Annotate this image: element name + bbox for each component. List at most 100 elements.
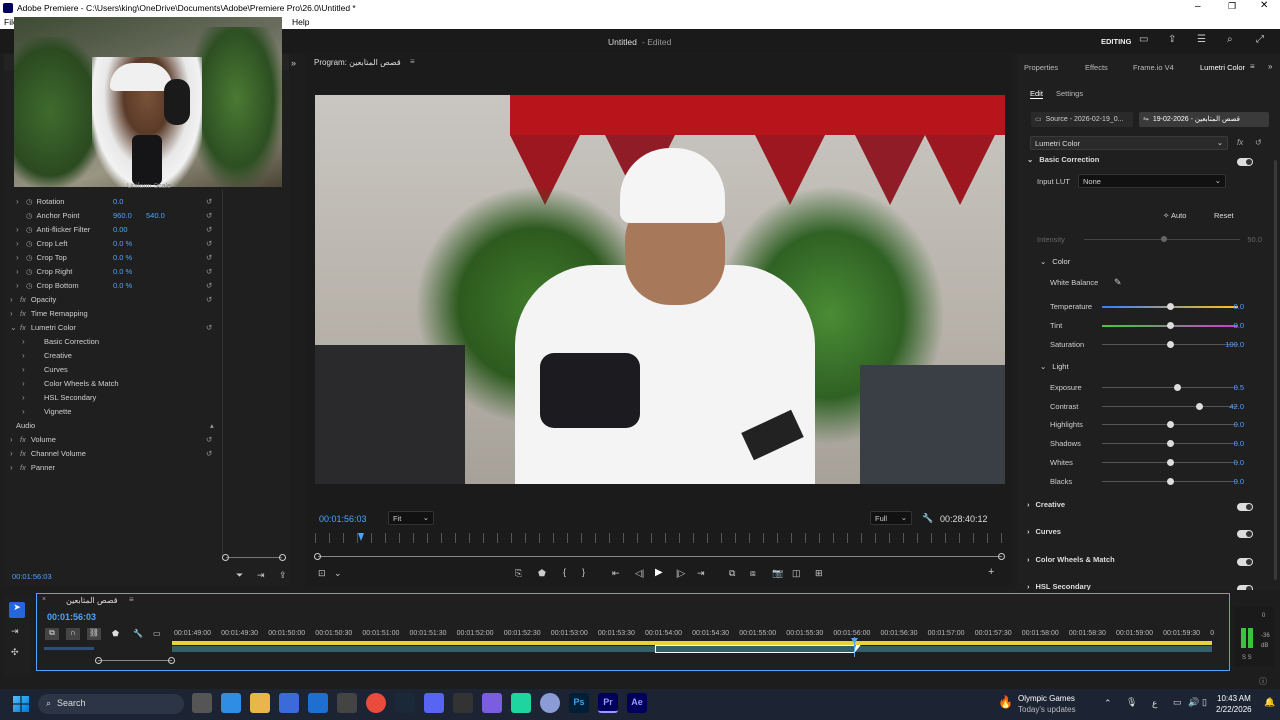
program-timecode[interactable]: 00:01:56:03: [319, 514, 367, 524]
notification-icon[interactable]: 🔔: [1264, 697, 1275, 708]
ec-zoom-slider[interactable]: [226, 557, 282, 558]
chevron-right-icon[interactable]: ›: [22, 379, 32, 388]
chevron-right-icon[interactable]: ›: [22, 407, 32, 416]
microphone-tray-icon[interactable]: 🎙: [1126, 697, 1137, 708]
group-opacity[interactable]: › fx Opacity ↺: [10, 292, 214, 306]
chevron-right-icon[interactable]: ›: [10, 463, 20, 472]
panel-layout-icon[interactable]: ▭: [1139, 34, 1148, 45]
tab-properties[interactable]: Properties: [1024, 63, 1058, 72]
slider-knob[interactable]: [1167, 477, 1174, 485]
captions-icon[interactable]: ▭: [153, 629, 161, 638]
steam-icon[interactable]: [395, 693, 415, 713]
taskbar-search[interactable]: ⌕ Search: [38, 694, 184, 714]
reset-icon[interactable]: ↺: [206, 225, 212, 234]
stopwatch-icon[interactable]: ◷: [26, 225, 33, 234]
ripple-edit-icon[interactable]: ✣: [11, 647, 19, 658]
copilot-icon[interactable]: [221, 693, 241, 713]
lumetri-child-color-wheels[interactable]: › Color Wheels & Match: [22, 376, 226, 390]
slider-value[interactable]: 100.0: [1225, 340, 1244, 349]
quick-export-icon[interactable]: ☰: [1197, 34, 1206, 45]
hsl-toggle[interactable]: [1237, 585, 1253, 590]
slider-track[interactable]: [1102, 387, 1238, 388]
overwrite-icon[interactable]: ⧈: [750, 568, 756, 579]
timeline-zoom-right[interactable]: [168, 657, 175, 664]
step-back-icon[interactable]: ◁|: [635, 568, 644, 579]
timeline-title[interactable]: قصص المتابعين: [66, 596, 118, 605]
group-volume[interactable]: › fx Volume ↺: [10, 432, 214, 446]
creative-toggle[interactable]: [1237, 503, 1253, 511]
chevron-down-icon[interactable]: ⌄: [1040, 257, 1046, 266]
prop-value-2[interactable]: 540.0: [146, 211, 165, 220]
chevron-right-icon[interactable]: ›: [10, 295, 20, 304]
info-icon[interactable]: ⓘ: [1259, 676, 1267, 687]
selection-tool-icon[interactable]: ➤: [9, 602, 25, 618]
filter-icon[interactable]: ⏷: [236, 570, 243, 581]
photoshop-icon[interactable]: Ps: [569, 693, 589, 713]
prop-value[interactable]: 0.00: [113, 225, 128, 234]
group-lumetri-color[interactable]: ⌄ fx Lumetri Color ↺: [10, 320, 214, 334]
prop-value[interactable]: 0.0 %: [113, 239, 132, 248]
chevron-right-icon[interactable]: ›: [10, 449, 20, 458]
chevron-right-icon[interactable]: ›: [1027, 500, 1030, 509]
chevron-right-icon[interactable]: ›: [1027, 582, 1030, 590]
chevron-right-icon[interactable]: ›: [22, 351, 32, 360]
program-zoom-right[interactable]: [998, 553, 1005, 560]
github-icon[interactable]: [453, 693, 473, 713]
outlook-icon[interactable]: [308, 693, 328, 713]
sequence-clip-button[interactable]: ⇋ 19-02-2026 - قصص المتابعين: [1139, 112, 1269, 127]
chrome-icon[interactable]: [366, 693, 386, 713]
chevron-right-icon[interactable]: ›: [16, 239, 26, 248]
collapse-up-icon[interactable]: ▴: [210, 421, 214, 430]
safe-margins-icon[interactable]: ⊡: [318, 568, 326, 579]
chevron-up-icon[interactable]: ⌃: [1104, 698, 1112, 709]
reset-icon[interactable]: ↺: [206, 239, 212, 248]
quality-dropdown[interactable]: Full ⌄: [870, 511, 912, 525]
workspace-label[interactable]: EDITING: [1101, 37, 1131, 46]
lift-icon[interactable]: ⎘: [515, 568, 522, 579]
reset-icon[interactable]: ↺: [206, 211, 212, 220]
slider-value[interactable]: 0.0: [1234, 458, 1244, 467]
timeline-settings-icon[interactable]: 🔧: [133, 629, 143, 638]
slider-knob[interactable]: [1167, 458, 1174, 466]
eyedropper-icon[interactable]: ✎: [1114, 277, 1122, 288]
chat-app-icon[interactable]: [511, 693, 531, 713]
lumetri-child-basic-correction[interactable]: › Basic Correction: [22, 334, 226, 348]
tab-menu-icon[interactable]: ≡: [1250, 62, 1255, 71]
go-to-out-icon[interactable]: ⇥: [697, 568, 705, 579]
section-creative[interactable]: › Creative: [1027, 500, 1267, 516]
chevron-right-icon[interactable]: ›: [16, 225, 26, 234]
video-frame[interactable]: [315, 95, 1005, 484]
program-zoom-left[interactable]: [314, 553, 321, 560]
lumetri-child-curves[interactable]: › Curves: [22, 362, 226, 376]
slider-knob[interactable]: [1167, 303, 1174, 310]
battery-icon[interactable]: ▯: [1202, 697, 1207, 708]
stopwatch-icon[interactable]: ◷: [26, 281, 33, 290]
clock-date[interactable]: 2/22/2026: [1216, 705, 1252, 714]
tab-frameio[interactable]: Frame.io V4: [1133, 63, 1174, 72]
slider-value[interactable]: 0.0: [1234, 321, 1244, 330]
stopwatch-icon[interactable]: ◷: [26, 267, 33, 276]
chevron-down-icon[interactable]: ⌄: [334, 568, 342, 579]
lumetri-child-vignette[interactable]: › Vignette: [22, 404, 226, 418]
reset-icon[interactable]: ↺: [206, 435, 212, 444]
effect-select[interactable]: Lumetri Color ⌄: [1030, 136, 1228, 150]
ec-zoom-handle-left[interactable]: [222, 554, 229, 561]
minimize-button[interactable]: –: [1195, 1, 1201, 12]
search-icon[interactable]: ⌕: [1227, 34, 1233, 45]
reset-icon[interactable]: ↺: [206, 323, 212, 332]
fit-dropdown[interactable]: Fit ⌄: [388, 511, 434, 525]
slider-knob[interactable]: [1167, 341, 1174, 348]
panel-expand-icon[interactable]: »: [1268, 62, 1272, 71]
group-channel-volume[interactable]: › fx Channel Volume ↺: [10, 446, 214, 460]
tab-effects[interactable]: Effects: [1085, 63, 1108, 72]
fullscreen-icon[interactable]: ⤢: [1256, 34, 1264, 45]
section-color-wheels[interactable]: › Color Wheels & Match: [1027, 555, 1267, 571]
input-lut-select[interactable]: None ⌄: [1078, 174, 1226, 188]
prop-value[interactable]: 960.0: [113, 211, 132, 220]
controller-icon[interactable]: [482, 693, 502, 713]
go-to-in-icon[interactable]: ⇤: [612, 568, 620, 579]
subtab-edit[interactable]: Edit: [1030, 89, 1043, 99]
chevron-down-icon[interactable]: ⌄: [1040, 362, 1046, 371]
task-view-icon[interactable]: [192, 693, 212, 713]
step-forward-icon[interactable]: |▷: [676, 568, 685, 579]
